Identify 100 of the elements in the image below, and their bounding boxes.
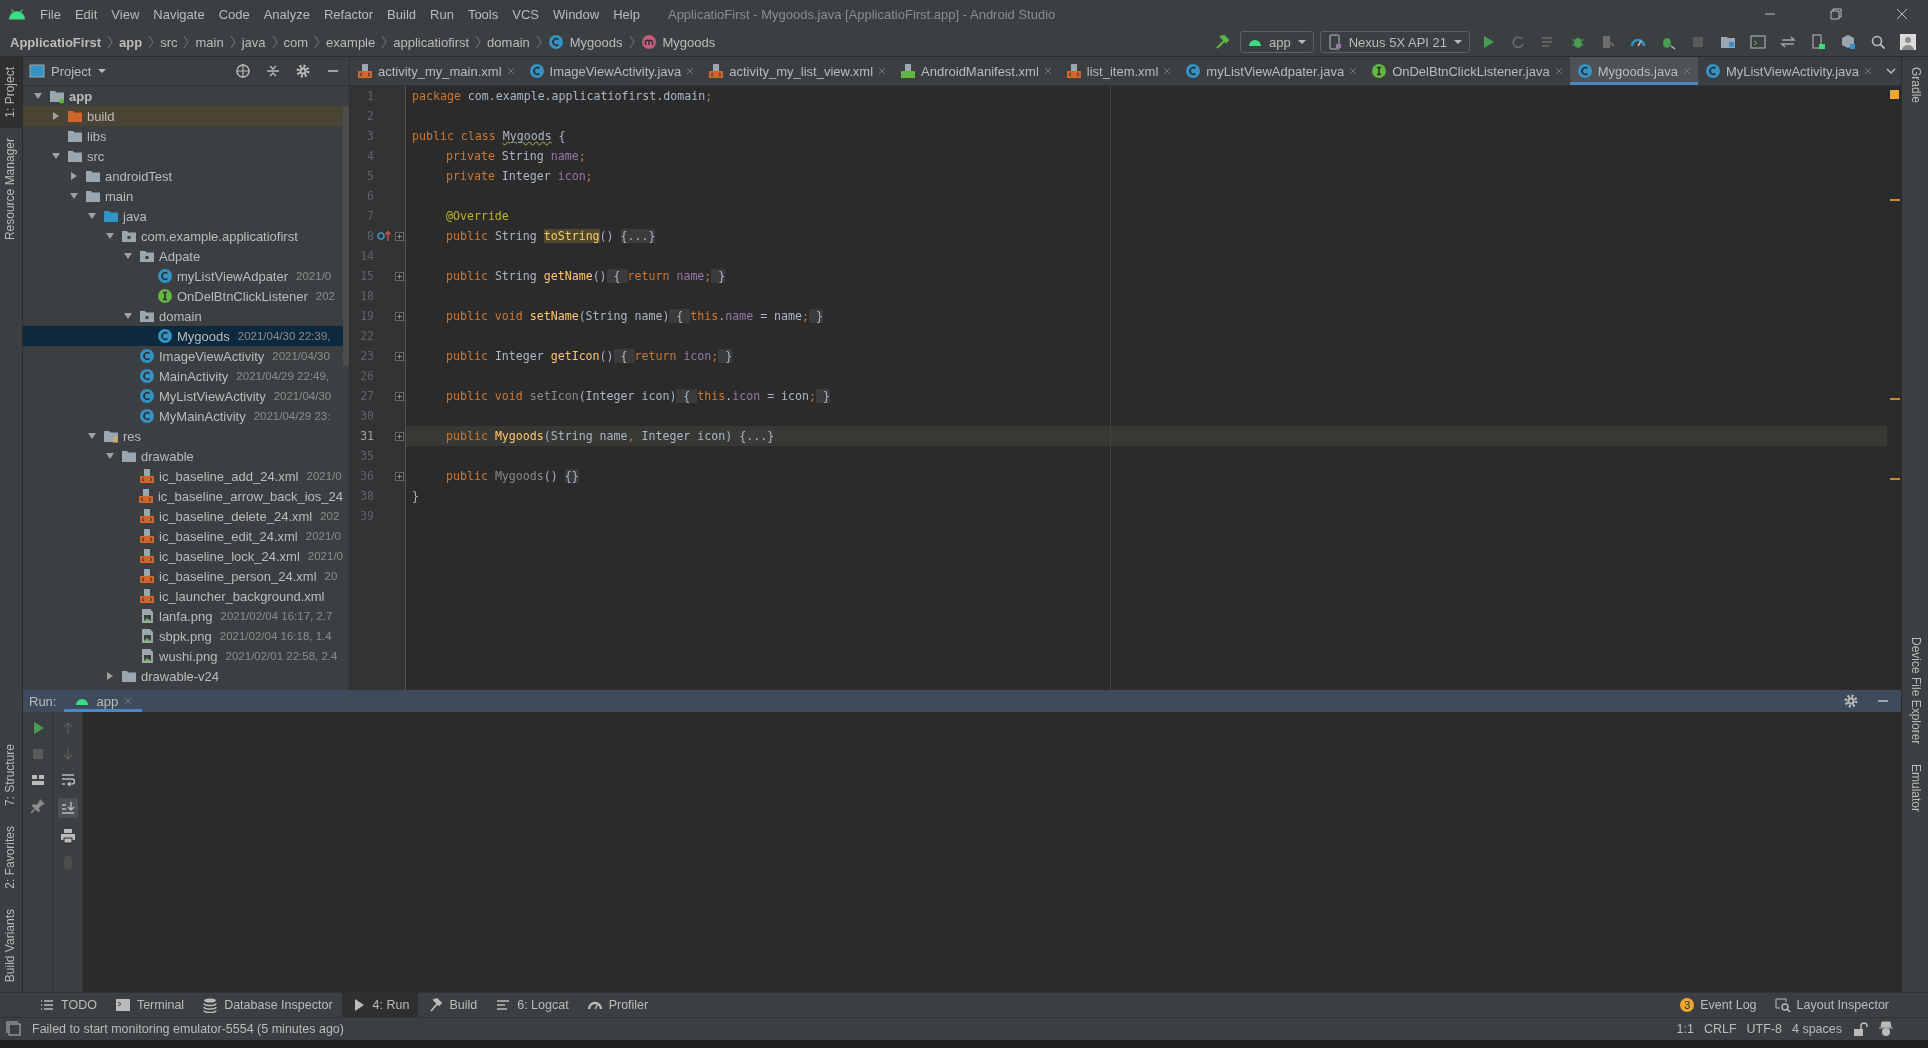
tool-window-button[interactable]: Profiler [577,993,658,1017]
fold-marker-icon[interactable] [394,231,404,241]
unlocked-icon[interactable] [1852,1021,1868,1037]
status-message[interactable]: Failed to start monitoring emulator-5554 (5 minutes ago) [32,1022,344,1036]
collapsed-arrow-icon[interactable] [105,671,115,681]
tool-window-button[interactable]: TODO [30,993,106,1017]
scrollbar[interactable] [343,106,349,366]
close-icon[interactable] [506,67,515,75]
run-tab[interactable]: app [64,690,143,712]
breadcrumb[interactable]: example [326,34,376,50]
layout-icon[interactable] [29,772,46,788]
tool-window-button[interactable]: Resource Manager [0,127,22,250]
tree-item[interactable]: java [23,206,343,226]
fold-marker-icon[interactable] [394,271,404,281]
tree-item[interactable]: drawable [23,446,343,466]
breadcrumb[interactable]: com [283,34,309,50]
tree-item[interactable]: sbpk.png 2021/02/04 16:18, 1.4 [23,626,343,646]
rerun-icon[interactable] [1510,34,1526,50]
breadcrumb[interactable]: domain [487,34,530,50]
fold-marker-icon[interactable] [394,311,404,321]
close-icon[interactable] [1896,8,1908,20]
editor-tab[interactable]: activity_my_main.xml [350,57,522,85]
breadcrumb[interactable]: ApplicatioFirst [10,34,101,50]
tree-item[interactable]: main [23,186,343,206]
sdk-manager-icon[interactable] [1840,34,1856,50]
hammer-icon[interactable] [1214,34,1230,50]
device-dropdown[interactable]: Nexus 5X API 21 [1319,31,1470,53]
tree-item[interactable]: src [23,146,343,166]
breadcrumb[interactable]: java [241,34,266,50]
close-icon[interactable] [1554,67,1563,75]
tool-window-button[interactable]: Gradle [1902,57,1928,114]
tool-windows-toggle-icon[interactable] [6,1021,22,1037]
tree-item[interactable]: ImageViewActivity 2021/04/30 [23,346,343,366]
run-configuration-dropdown[interactable]: app [1240,31,1314,53]
collapsed-arrow-icon[interactable] [51,111,61,121]
scroll-to-end-icon[interactable] [57,798,78,818]
menu-item[interactable]: File [40,6,61,22]
tree-item[interactable]: ic_baseline_edit_24.xml 2021/0 [23,526,343,546]
close-icon[interactable] [878,67,887,75]
fold-marker-icon[interactable] [394,471,404,481]
editor-tab[interactable]: myListViewAdpater.java [1178,57,1365,85]
tree-item[interactable]: MyListViewActivity 2021/04/30 [23,386,343,406]
tree-item[interactable]: app [23,86,343,106]
menu-item[interactable]: Navigate [153,6,205,22]
tool-window-button[interactable]: 4: Run [341,993,419,1017]
tree-item[interactable]: ic_baseline_add_24.xml 2021/0 [23,466,343,486]
collapsed-arrow-icon[interactable] [69,171,79,181]
expanded-arrow-icon[interactable] [105,451,115,461]
expanded-arrow-icon[interactable] [123,251,133,261]
locate-icon[interactable] [235,63,251,79]
expanded-arrow-icon[interactable] [33,91,43,101]
menu-item[interactable]: Code [218,6,250,22]
tree-item[interactable]: domain [23,306,343,326]
print-icon[interactable] [59,828,76,844]
tree-item[interactable]: ic_baseline_delete_24.xml 202 [23,506,343,526]
tool-window-button[interactable]: Build [418,993,487,1017]
pin-icon[interactable] [29,798,46,814]
caret-icon[interactable] [97,66,108,76]
tree-item[interactable]: myListViewAdpater 2021/0 [23,266,343,286]
tree-item[interactable]: com.example.applicatiofirst [23,226,343,246]
menu-item[interactable]: Run [430,6,454,22]
inspector-hat-icon[interactable] [1878,1021,1894,1037]
collapse-all-icon[interactable] [265,63,281,79]
expanded-arrow-icon[interactable] [69,191,79,201]
breadcrumb[interactable]: src [160,34,178,50]
tree-item[interactable]: MainActivity 2021/04/29 22:49, [23,366,343,386]
tool-window-button[interactable]: Emulator [1902,753,1928,822]
tool-window-button[interactable]: Layout Inspector [1765,993,1898,1017]
project-structure-icon[interactable] [1720,34,1736,50]
menu-item[interactable]: Build [387,6,416,22]
tool-window-button[interactable]: Build Variants [0,898,22,992]
expanded-arrow-icon[interactable] [105,231,115,241]
close-icon[interactable] [1349,67,1358,75]
search-icon[interactable] [1870,34,1886,50]
tool-window-button[interactable]: 3 Event Log [1671,993,1766,1017]
close-icon[interactable] [686,67,695,75]
tool-window-button[interactable]: 6: Logcat [486,993,578,1017]
device-manager-icon[interactable] [1810,34,1826,50]
tool-window-button[interactable]: Terminal [105,993,194,1017]
status-item[interactable]: UTF-8 [1746,1022,1782,1036]
fold-marker-icon[interactable] [394,391,404,401]
tree-item[interactable]: lanfa.png 2021/02/04 16:17, 2.7 [23,606,343,626]
tree-item[interactable]: build [23,106,343,126]
fold-marker-icon[interactable] [394,351,404,361]
tree-item[interactable]: wushi.png 2021/02/01 22:58, 2.4 [23,646,343,666]
tree-item[interactable]: Mygoods 2021/04/30 22:39, [23,326,343,346]
tool-window-button[interactable]: 2: Favorites [0,816,22,899]
status-item[interactable]: CRLF [1703,1022,1737,1036]
user-avatar-icon[interactable] [1900,34,1916,50]
close-icon[interactable] [1163,67,1172,75]
tree-item[interactable]: res [23,426,343,446]
menu-item[interactable]: Window [552,6,600,22]
status-item[interactable]: 1:1 [1676,1022,1694,1036]
close-icon[interactable] [1043,67,1052,75]
editor-tab[interactable]: MyListViewActivity.java [1697,57,1880,85]
status-item[interactable]: 4 spaces [1791,1022,1842,1036]
settings-icon[interactable] [1843,693,1859,709]
override-marker-icon[interactable] [377,230,391,242]
menu-item[interactable]: Help [613,6,640,22]
breadcrumb[interactable]: Mygoods [662,34,716,50]
